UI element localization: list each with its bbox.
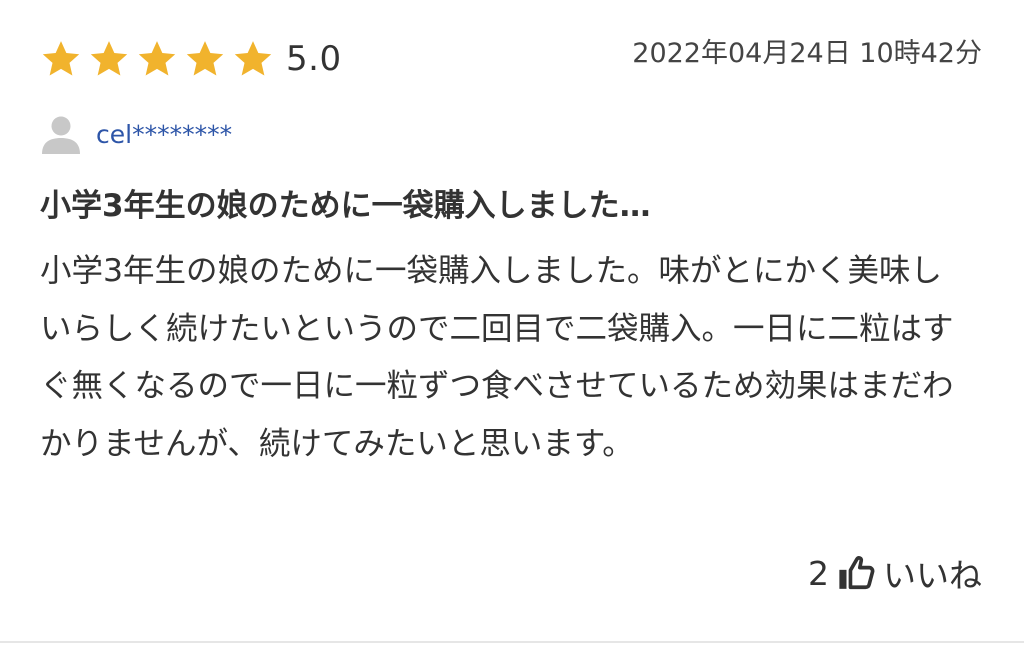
- reviewer: cel********: [40, 112, 232, 156]
- like-count: 2: [808, 553, 829, 593]
- user-silhouette-icon: [42, 116, 80, 154]
- review-card: 5.0 2022年04月24日 10時42分 cel******** 小学3年生…: [0, 0, 1024, 645]
- like-button[interactable]: 2 いいね: [808, 552, 982, 596]
- star-rating: [40, 38, 274, 80]
- review-title: 小学3年生の娘のために一袋購入しました…: [40, 188, 651, 224]
- like-label: いいね: [883, 556, 982, 595]
- star-icon: [186, 41, 224, 76]
- star-icon: [90, 41, 128, 76]
- thumbs-up-icon: [839, 556, 875, 590]
- star-icon: [42, 41, 80, 76]
- review-body: 小学3年生の娘のために一袋購入しました。味がとにかく美味しいらしく続けたいという…: [40, 253, 954, 462]
- star-icon: [138, 41, 176, 76]
- star-icon: [234, 41, 272, 76]
- reviewer-name[interactable]: cel********: [96, 120, 232, 149]
- rating-score: 5.0: [286, 39, 342, 79]
- review-date: 2022年04月24日 10時42分: [632, 38, 982, 69]
- rating-row: 5.0: [40, 36, 342, 82]
- divider: [0, 641, 1024, 643]
